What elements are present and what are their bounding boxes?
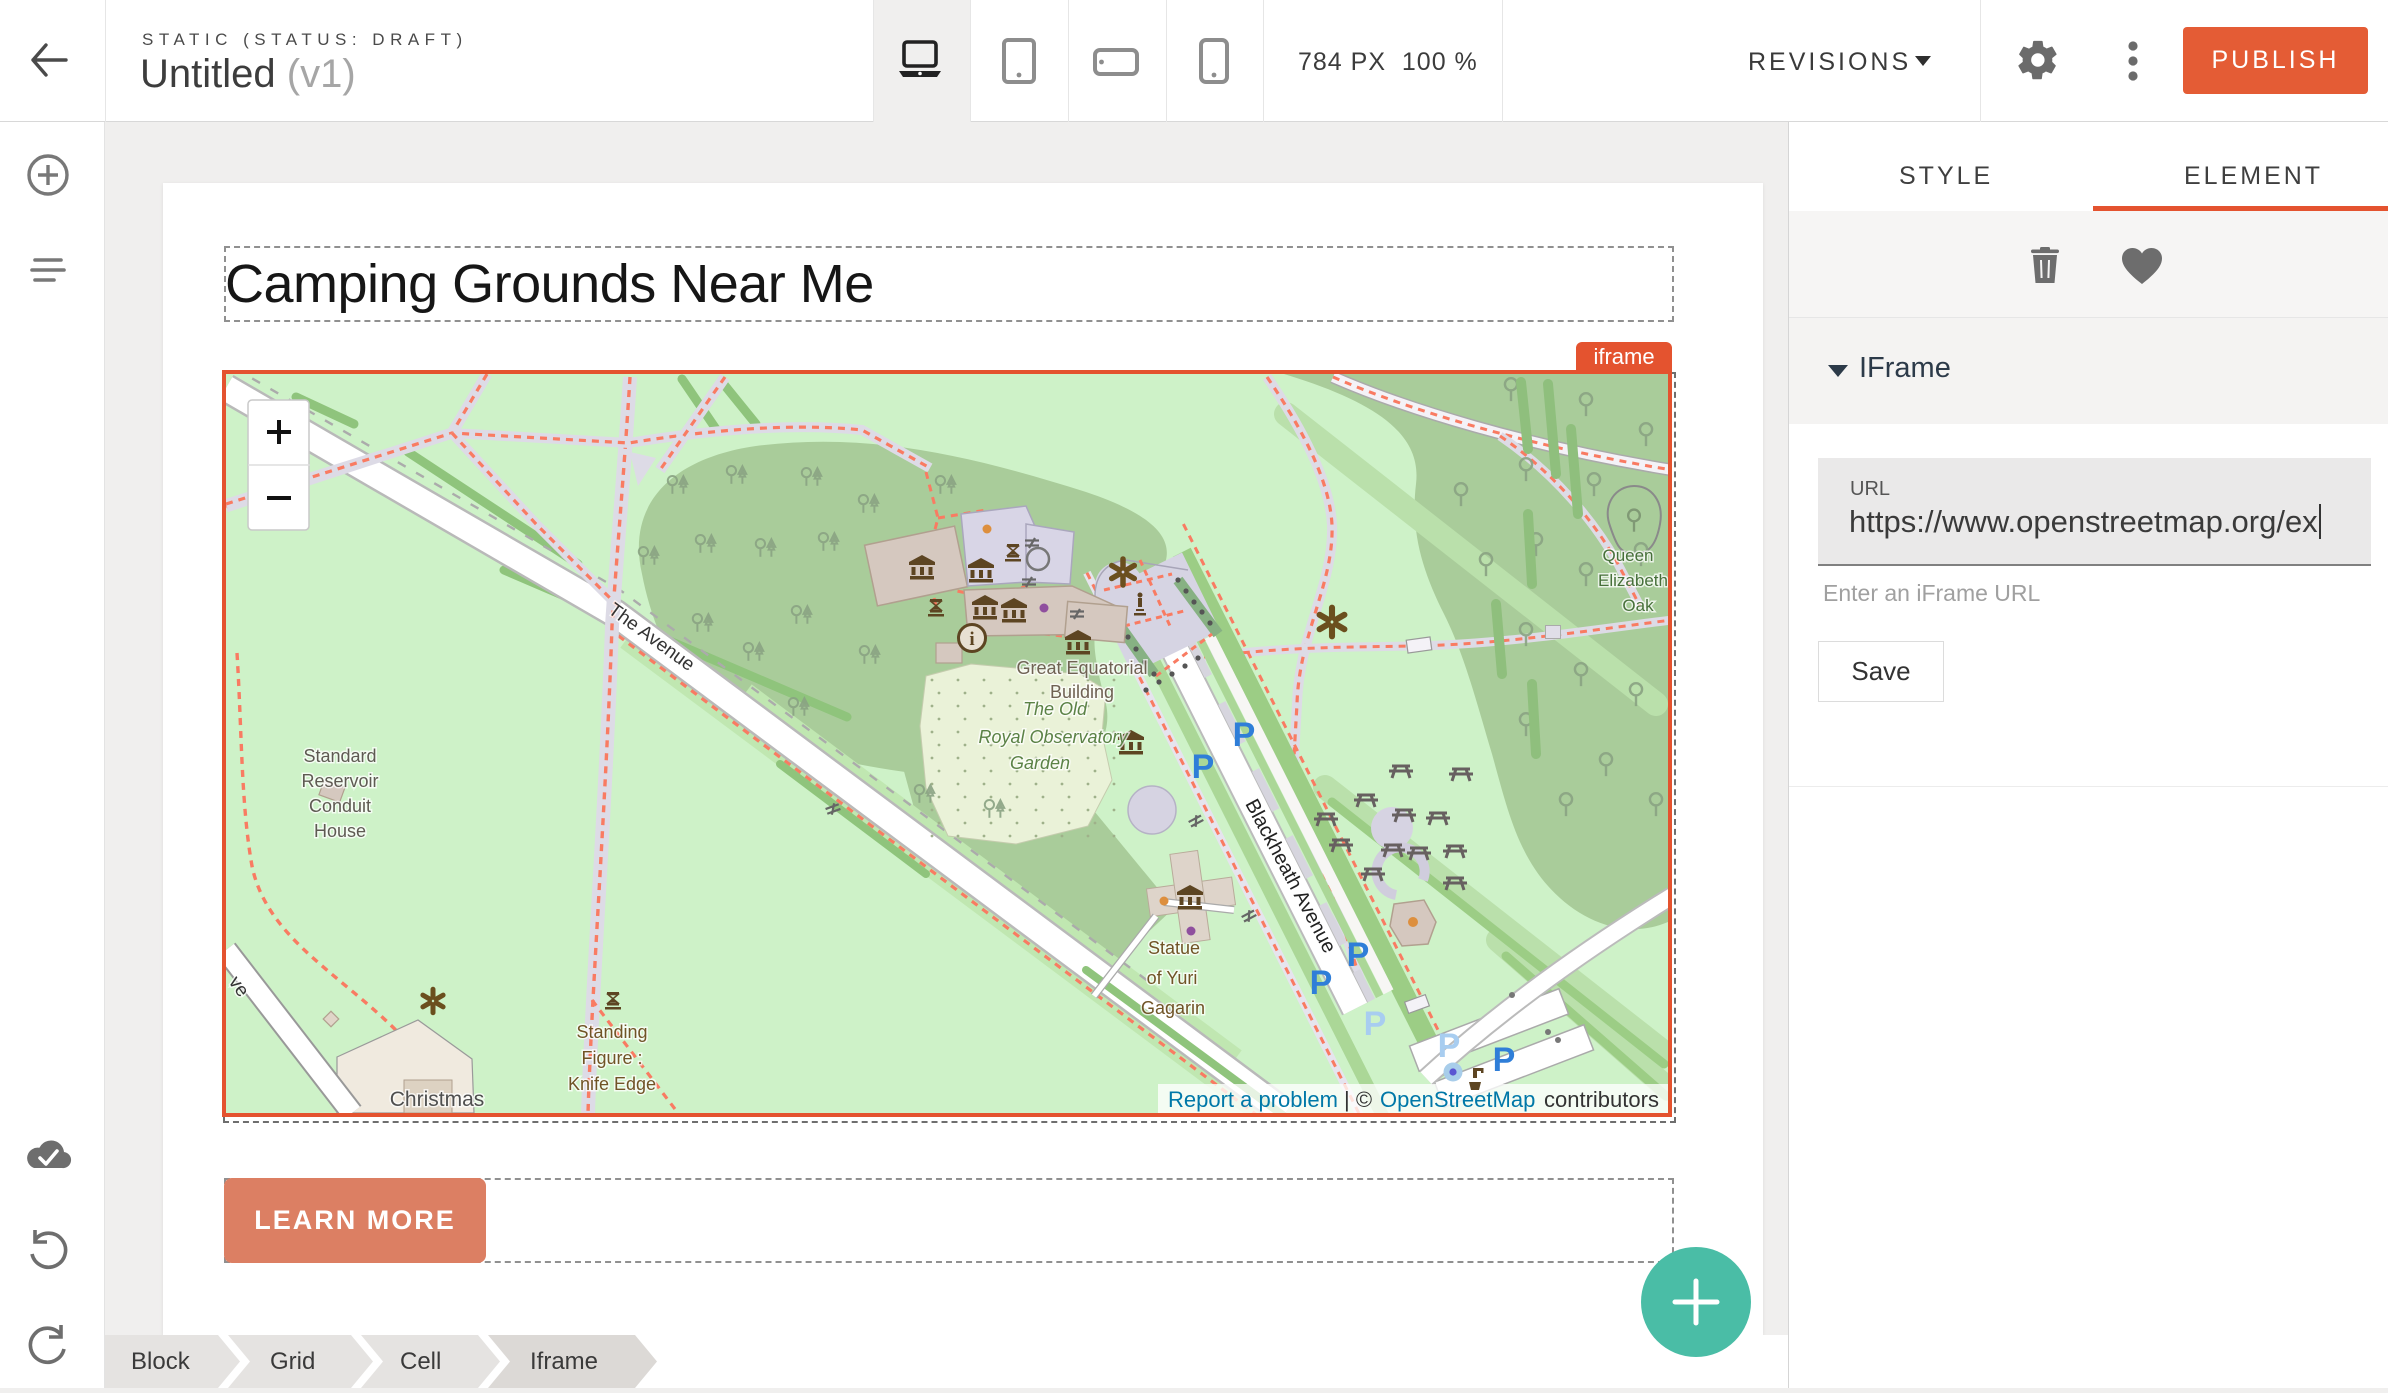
svg-text:P: P	[1347, 936, 1370, 974]
svg-text:Knife Edge: Knife Edge	[568, 1074, 656, 1094]
svg-text:P: P	[1192, 748, 1215, 786]
svg-text:of Yuri: of Yuri	[1147, 968, 1198, 988]
svg-text:Garden: Garden	[1010, 753, 1070, 773]
svg-text:Oak: Oak	[1622, 596, 1654, 615]
svg-text:Conduit: Conduit	[309, 796, 371, 816]
svg-text:P: P	[1364, 1005, 1387, 1043]
svg-text:OpenStreetMap: OpenStreetMap	[1380, 1087, 1535, 1112]
svg-text:i: i	[969, 629, 974, 650]
svg-text:Figure :: Figure :	[581, 1048, 642, 1068]
svg-text:Christmas: Christmas	[390, 1088, 485, 1111]
svg-text:Cell: Cell	[400, 1348, 441, 1375]
svg-text:Great Equatorial: Great Equatorial	[1016, 658, 1147, 678]
svg-text:Elizabeth: Elizabeth	[1598, 571, 1668, 590]
svg-text:Gagarin: Gagarin	[1141, 998, 1205, 1018]
svg-text:| ©: | ©	[1344, 1087, 1372, 1112]
svg-text:Statue: Statue	[1148, 938, 1200, 958]
svg-text:P: P	[1233, 716, 1256, 754]
svg-text:P: P	[1310, 964, 1333, 1002]
svg-text:Iframe: Iframe	[530, 1348, 598, 1375]
svg-text:P: P	[1438, 1027, 1461, 1065]
svg-text:Report a problem: Report a problem	[1168, 1087, 1338, 1112]
svg-text:P: P	[1493, 1041, 1516, 1079]
svg-text:The Old: The Old	[1023, 699, 1088, 719]
svg-text:House: House	[314, 821, 366, 841]
svg-text:Reservoir: Reservoir	[301, 771, 378, 791]
svg-text:Royal Observatory: Royal Observatory	[978, 727, 1128, 747]
svg-text:Standard: Standard	[303, 746, 376, 766]
svg-text:Block: Block	[131, 1348, 191, 1375]
svg-text:Standing: Standing	[576, 1022, 647, 1042]
svg-text:Queen: Queen	[1602, 546, 1653, 565]
svg-text:contributors: contributors	[1544, 1087, 1659, 1112]
svg-text:Grid: Grid	[270, 1348, 315, 1375]
